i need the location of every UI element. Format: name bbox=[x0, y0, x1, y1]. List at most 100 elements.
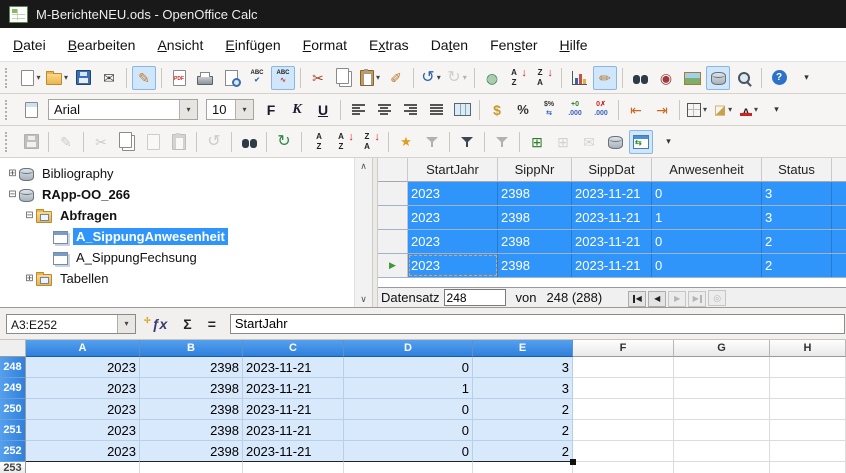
explorer-scrollbar[interactable]: ∧ ∨ bbox=[354, 158, 372, 307]
font-size-combobox-dropdown-icon[interactable]: ▾ bbox=[235, 100, 253, 119]
cell-C250[interactable]: 2023-11-21 bbox=[243, 399, 344, 420]
menu-item-fenster[interactable]: Fenster bbox=[479, 37, 548, 53]
row-header-252[interactable]: 252 bbox=[0, 441, 26, 462]
paste-button[interactable]: ▾ bbox=[358, 66, 382, 90]
cell-C252[interactable]: 2023-11-21 bbox=[243, 441, 344, 462]
menu-item-bearbeiten[interactable]: Bearbeiten bbox=[57, 37, 147, 53]
column-header-E[interactable]: E bbox=[473, 340, 573, 357]
column-header-B[interactable]: B bbox=[140, 340, 243, 357]
column-header-anwesenheit[interactable]: Anwesenheit bbox=[652, 158, 762, 182]
cell-C249[interactable]: 2023-11-21 bbox=[243, 378, 344, 399]
cell-G250[interactable] bbox=[674, 399, 770, 420]
cell-B252[interactable]: 2398 bbox=[140, 441, 243, 462]
cell-E248[interactable]: 3 bbox=[473, 357, 573, 378]
help-button[interactable]: ? bbox=[767, 66, 791, 90]
cell-F251[interactable] bbox=[573, 420, 674, 441]
background-color-button-dropdown-icon[interactable]: ▾ bbox=[728, 105, 732, 114]
cell[interactable]: 2023 bbox=[408, 230, 498, 253]
cell[interactable]: 2023 bbox=[408, 182, 498, 205]
page-preview-button[interactable] bbox=[219, 66, 243, 90]
standard-filter-button[interactable] bbox=[455, 130, 479, 154]
cell[interactable] bbox=[26, 462, 140, 473]
save-button[interactable] bbox=[71, 66, 95, 90]
scroll-up-icon[interactable]: ∧ bbox=[355, 158, 372, 174]
open-button[interactable]: ▾ bbox=[45, 66, 69, 90]
tree-expander-icon[interactable]: ⊟ bbox=[23, 210, 36, 221]
decrease-indent-button[interactable]: ⇤ bbox=[624, 98, 648, 122]
cell-B251[interactable]: 2398 bbox=[140, 420, 243, 441]
scroll-down-icon[interactable]: ∨ bbox=[355, 291, 372, 307]
cell[interactable] bbox=[573, 462, 674, 473]
print-button[interactable] bbox=[193, 66, 217, 90]
cell-F248[interactable] bbox=[573, 357, 674, 378]
selection-handle[interactable] bbox=[570, 459, 576, 465]
font-color-button[interactable]: ▾ bbox=[737, 98, 761, 122]
tree-item-tabellen[interactable]: ⊞Tabellen bbox=[0, 268, 372, 289]
copy-button[interactable] bbox=[115, 130, 139, 154]
cut-button[interactable]: ✂ bbox=[306, 66, 330, 90]
row-header-251[interactable]: 251 bbox=[0, 420, 26, 441]
cell[interactable]: 2 bbox=[762, 254, 832, 277]
cell-G251[interactable] bbox=[674, 420, 770, 441]
delete-decimal-place-button[interactable]: 0✗.000 bbox=[589, 98, 613, 122]
cell[interactable]: 0 bbox=[652, 230, 762, 253]
show-draw-functions-button[interactable]: ✏ bbox=[593, 66, 617, 90]
cell-E251[interactable]: 2 bbox=[473, 420, 573, 441]
menu-item-format[interactable]: Format bbox=[292, 37, 358, 53]
cell-C251[interactable]: 2023-11-21 bbox=[243, 420, 344, 441]
cell[interactable]: 2398 bbox=[498, 230, 572, 253]
cell[interactable]: 1 bbox=[652, 206, 762, 229]
cell-A248[interactable]: 2023 bbox=[26, 357, 140, 378]
menu-item-hilfe[interactable]: Hilfe bbox=[549, 37, 599, 53]
cell-D248[interactable]: 0 bbox=[344, 357, 473, 378]
table-row[interactable]: 202323982023-11-2103 bbox=[378, 182, 846, 206]
number-format-standard-button[interactable]: $%⇆ bbox=[537, 98, 561, 122]
cell[interactable]: 2398 bbox=[498, 254, 572, 277]
new-document-button[interactable]: ▾ bbox=[19, 66, 43, 90]
cell[interactable]: 3 bbox=[762, 182, 832, 205]
function-equals-button[interactable]: = bbox=[208, 316, 216, 332]
align-justified-button[interactable] bbox=[424, 98, 448, 122]
row-selector[interactable] bbox=[378, 230, 408, 253]
cell[interactable]: 2023-11-21 bbox=[572, 230, 652, 253]
font-name-combobox[interactable]: Arial▾ bbox=[48, 99, 198, 120]
sort-descending-button[interactable]: ZA↓ bbox=[532, 66, 556, 90]
cell-E249[interactable]: 3 bbox=[473, 378, 573, 399]
table-row[interactable]: ▶202323982023-11-2102 bbox=[378, 254, 846, 278]
menu-item-ansicht[interactable]: Ansicht bbox=[146, 37, 214, 53]
explorer-on-off-button[interactable] bbox=[629, 130, 653, 154]
cell-H252[interactable] bbox=[770, 441, 846, 462]
undo-button-dropdown-icon[interactable]: ▾ bbox=[437, 73, 441, 82]
toolbar-grip[interactable] bbox=[5, 100, 13, 120]
row-header-253[interactable]: 253 bbox=[0, 462, 26, 473]
cell-D252[interactable]: 0 bbox=[344, 441, 473, 462]
tree-item-abfragen[interactable]: ⊟Abfragen bbox=[0, 205, 372, 226]
tree-item-a_sippungfechsung[interactable]: A_SippungFechsung bbox=[0, 247, 372, 268]
current-document-data-source-button[interactable] bbox=[603, 130, 627, 154]
cell-D249[interactable]: 1 bbox=[344, 378, 473, 399]
export-pdf-button[interactable]: PDF bbox=[167, 66, 191, 90]
sort-ascending-button[interactable]: AZ↓ bbox=[333, 130, 357, 154]
cell-B248[interactable]: 2398 bbox=[140, 357, 243, 378]
number-format-percent-button[interactable]: % bbox=[511, 98, 535, 122]
bold-button[interactable]: F bbox=[259, 98, 283, 122]
menu-item-daten[interactable]: Daten bbox=[420, 37, 479, 53]
number-format-currency-button[interactable]: $ bbox=[485, 98, 509, 122]
cell-G252[interactable] bbox=[674, 441, 770, 462]
copy-button[interactable] bbox=[332, 66, 356, 90]
gallery-button[interactable] bbox=[680, 66, 704, 90]
cell[interactable]: 0 bbox=[652, 254, 762, 277]
cell[interactable]: 3 bbox=[762, 206, 832, 229]
column-header-startjahr[interactable]: StartJahr bbox=[408, 158, 498, 182]
menu-item-einfgen[interactable]: Einfügen bbox=[214, 37, 291, 53]
column-header-status[interactable]: Status bbox=[762, 158, 832, 182]
cell-G248[interactable] bbox=[674, 357, 770, 378]
underline-button[interactable]: U bbox=[311, 98, 335, 122]
menu-item-extras[interactable]: Extras bbox=[358, 37, 420, 53]
tree-expander-icon[interactable]: ⊞ bbox=[6, 168, 19, 179]
row-selector[interactable] bbox=[378, 206, 408, 229]
cell[interactable] bbox=[473, 462, 573, 473]
column-header-D[interactable]: D bbox=[344, 340, 473, 357]
open-button-dropdown-icon[interactable]: ▾ bbox=[64, 73, 68, 82]
menu-item-datei[interactable]: Datei bbox=[2, 37, 57, 53]
